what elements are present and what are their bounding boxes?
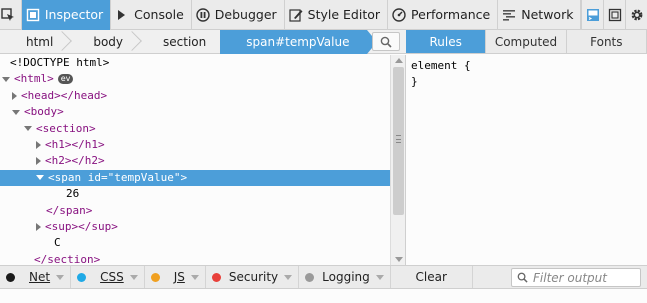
scroll-down-arrow[interactable] — [395, 257, 403, 262]
rule-selector[interactable]: element { — [411, 58, 647, 74]
chevron-down-icon — [190, 274, 199, 280]
tab-console[interactable]: Console — [111, 0, 192, 30]
scrollbar-thumb[interactable] — [393, 67, 404, 215]
breadcrumb-body[interactable]: body — [67, 30, 142, 54]
tab-inspector[interactable]: Inspector — [21, 0, 112, 30]
filter-output-placeholder: Filter output — [533, 270, 607, 285]
network-icon — [503, 9, 516, 21]
tree-node-sup[interactable]: <sup></sup> — [0, 219, 390, 235]
style-editor-icon — [289, 8, 303, 22]
breadcrumb-section[interactable]: section — [137, 30, 220, 54]
tree-node-span-selected[interactable]: <span id="tempValue"> — [0, 169, 390, 187]
tree-node-section-close[interactable]: </section> — [0, 252, 390, 265]
expand-toggle[interactable] — [12, 91, 17, 100]
tree-node-text[interactable]: 26 — [0, 186, 390, 202]
tab-performance[interactable]: Performance — [388, 0, 499, 30]
markup-search-button[interactable] — [372, 32, 400, 51]
console-icon — [118, 9, 126, 20]
tree-node-section[interactable]: <section> — [0, 121, 390, 137]
split-console-icon — [586, 8, 599, 21]
tab-style-editor-label: Style Editor — [307, 7, 381, 22]
rule-close: } — [411, 75, 418, 88]
breadcrumb-html[interactable]: html — [0, 30, 73, 54]
chevron-down-icon — [129, 274, 138, 280]
event-badge[interactable]: ev — [57, 74, 74, 85]
filter-js[interactable]: JS — [145, 266, 206, 288]
tree-node-h2[interactable]: <h2></h2> — [0, 153, 390, 169]
side-panel-tabs: Rules Computed Fonts — [406, 30, 647, 54]
performance-icon — [392, 7, 406, 22]
collapse-toggle[interactable] — [2, 76, 10, 82]
filter-net[interactable]: Net — [0, 266, 72, 288]
tab-network[interactable]: Network — [498, 0, 582, 30]
element-picker-button[interactable] — [0, 0, 22, 30]
debugger-icon — [196, 7, 210, 22]
markup-scrollbar[interactable] — [390, 55, 406, 265]
devtools-toolbar: Inspector Console Debugger Style Editor … — [0, 0, 647, 30]
collapse-toggle[interactable] — [24, 126, 32, 132]
expand-toggle[interactable] — [36, 223, 41, 231]
filter-css[interactable]: CSS — [71, 266, 145, 288]
tree-node-html[interactable]: <html> ev — [0, 71, 390, 87]
clear-button[interactable]: Clear — [391, 266, 473, 288]
chevron-down-icon — [375, 274, 384, 280]
tree-node-h1[interactable]: <h1></h1> — [0, 137, 390, 153]
tab-console-label: Console — [134, 7, 184, 22]
css-status-icon — [77, 272, 87, 282]
tab-computed[interactable]: Computed — [486, 30, 567, 53]
tree-node-body[interactable]: <body> — [0, 104, 390, 120]
net-status-icon — [6, 272, 15, 282]
js-status-icon — [150, 272, 160, 282]
collapse-toggle[interactable] — [12, 109, 20, 115]
tab-network-label: Network — [521, 7, 574, 22]
scroll-up-arrow[interactable] — [395, 58, 403, 63]
console-output — [0, 289, 647, 303]
filter-logging[interactable]: Logging — [299, 266, 391, 288]
tab-style-editor[interactable]: Style Editor — [285, 0, 389, 30]
search-icon — [517, 272, 528, 283]
expand-toggle[interactable] — [36, 141, 41, 149]
breadcrumb: html body section span#tempValue — [0, 29, 406, 54]
logging-status-icon — [305, 272, 315, 282]
element-picker-icon — [1, 7, 14, 21]
rules-panel: element { } — [406, 55, 647, 265]
chevron-down-icon — [56, 274, 65, 280]
expand-toggle[interactable] — [36, 157, 41, 166]
collapse-toggle[interactable] — [36, 175, 44, 181]
tab-fonts[interactable]: Fonts — [567, 30, 647, 53]
tab-inspector-label: Inspector — [44, 7, 104, 22]
tab-rules[interactable]: Rules — [406, 30, 487, 53]
inspector-icon — [26, 8, 40, 21]
search-icon — [380, 36, 392, 48]
tab-performance-label: Performance — [411, 7, 491, 22]
tree-node-text[interactable]: C — [0, 235, 390, 251]
settings-button[interactable] — [625, 0, 647, 30]
filter-output-input[interactable]: Filter output — [511, 268, 641, 287]
markup-tree: <!DOCTYPE html> <html> ev <head></head> <… — [0, 55, 390, 265]
chevron-down-icon — [284, 274, 293, 280]
tab-debugger-label: Debugger — [214, 7, 277, 22]
split-console-button[interactable] — [581, 0, 603, 30]
filter-security[interactable]: Security — [206, 266, 300, 288]
tree-node-span-close[interactable]: </span> — [0, 203, 390, 219]
responsive-mode-button[interactable] — [603, 0, 625, 30]
breadcrumb-span[interactable]: span#tempValue — [220, 29, 378, 54]
tab-debugger[interactable]: Debugger — [192, 0, 285, 30]
tree-node-head[interactable]: <head></head> — [0, 88, 390, 104]
gear-icon — [631, 9, 642, 20]
responsive-mode-icon — [608, 8, 621, 21]
tree-node-doctype[interactable]: <!DOCTYPE html> — [0, 55, 390, 71]
console-toolbar: Net CSS JS Security Logging Clear Filter… — [0, 265, 647, 289]
security-status-icon — [211, 272, 221, 282]
